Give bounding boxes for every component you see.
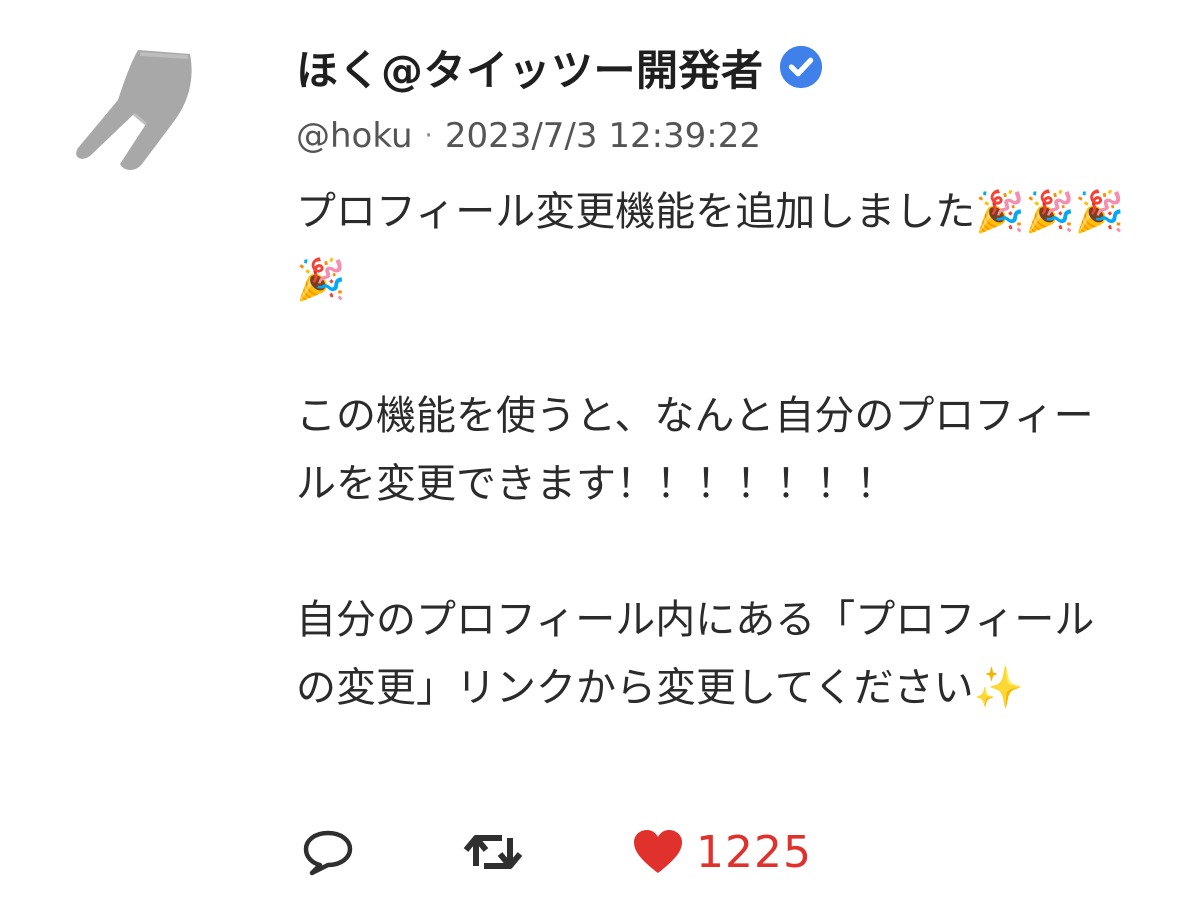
like-count: 1225: [696, 826, 812, 878]
heart-icon: [634, 830, 682, 873]
tweet-card: ほく@タイッツー開発者 @hoku · 2023/7/3 12:39:22 プロ…: [0, 0, 1179, 924]
reply-button[interactable]: [300, 822, 356, 882]
display-name[interactable]: ほく@タイッツー開発者: [296, 37, 764, 98]
retweet-icon: [463, 835, 523, 869]
tights-icon: [76, 50, 192, 170]
verified-badge-icon: [779, 45, 822, 89]
avatar[interactable]: [60, 40, 210, 190]
handle[interactable]: @hoku: [296, 116, 413, 156]
like-button[interactable]: 1225: [630, 822, 812, 882]
timestamp[interactable]: 2023/7/3 12:39:22: [445, 116, 761, 156]
author-row: ほく@タイッツー開発者: [296, 34, 1156, 100]
action-bar: 1225: [300, 822, 1000, 882]
reply-bubble-icon: [303, 830, 353, 876]
retweet-button[interactable]: [462, 822, 524, 882]
tweet-text: プロフィール変更機能を追加しました🎉🎉🎉🎉 この機能を使うと、なんと自分のプロフ…: [296, 189, 1125, 711]
tweet-content: ほく@タイッツー開発者 @hoku · 2023/7/3 12:39:22 プロ…: [296, 34, 1156, 722]
meta-separator: ·: [424, 121, 433, 151]
meta-row: @hoku · 2023/7/3 12:39:22: [296, 108, 1156, 164]
